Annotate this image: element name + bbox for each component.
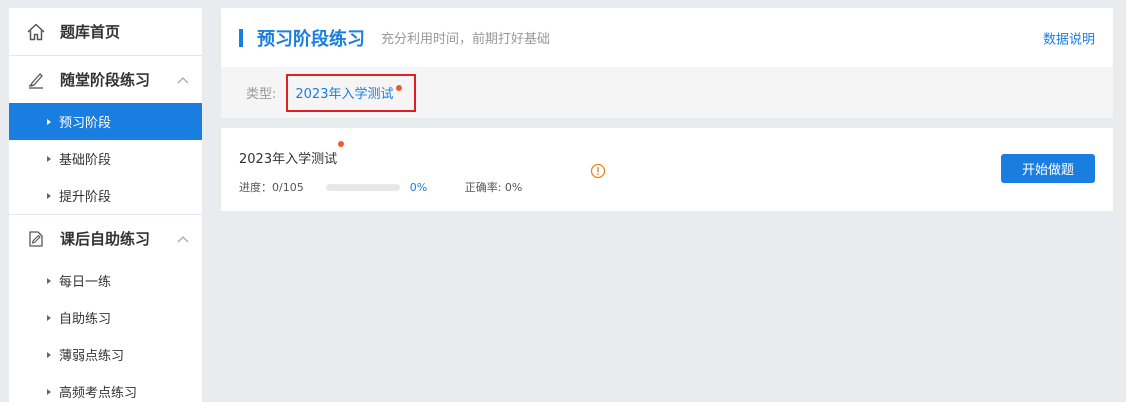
exercise-card: 2023年入学测试 进度：0/105 0% 正确率: 0% 开始做题: [221, 128, 1113, 211]
progress-label: 进度：0/105: [239, 181, 304, 194]
sidebar-item-high-frequency[interactable]: 高频考点练习: [9, 373, 202, 402]
sidebar-home-label: 题库首页: [60, 23, 121, 41]
sidebar-item-label: 每日一练: [59, 275, 112, 290]
type-filter-label: 类型:: [246, 87, 277, 102]
sidebar-item-daily[interactable]: 每日一练: [9, 262, 202, 299]
start-practice-button[interactable]: 开始做题: [1001, 154, 1095, 183]
type-filter-option[interactable]: 2023年入学测试: [286, 73, 417, 112]
caret-right-icon: [47, 118, 51, 125]
document-edit-icon: [26, 229, 46, 249]
chevron-up-icon[interactable]: [176, 234, 190, 244]
type-filter-option-label: 2023年入学测试: [295, 87, 394, 102]
sidebar-item-label: 高频考点练习: [59, 386, 138, 401]
exercise-title-text: 2023年入学测试: [239, 152, 338, 167]
new-dot-indicator: [396, 84, 403, 91]
caret-right-icon: [47, 388, 51, 395]
title-accent-bar: [239, 28, 243, 47]
sidebar-item-label: 薄弱点练习: [59, 349, 125, 364]
sidebar-item-weak-points[interactable]: 薄弱点练习: [9, 336, 202, 373]
page-title: 预习阶段练习: [257, 28, 365, 50]
sidebar-item-label: 自助练习: [59, 312, 112, 327]
sidebar-item-basic[interactable]: 基础阶段: [9, 140, 202, 177]
sidebar: 题库首页 随堂阶段练习 预习阶段 基础阶段 提升阶段 课后自助练习 每日一练 自…: [9, 8, 202, 402]
info-icon[interactable]: [590, 163, 606, 179]
progress-percent: 0%: [409, 180, 428, 194]
caret-right-icon: [47, 351, 51, 358]
chevron-up-icon[interactable]: [176, 75, 190, 85]
sidebar-home[interactable]: 题库首页: [9, 8, 202, 55]
exercise-stats: 进度：0/105 0% 正确率: 0%: [239, 179, 522, 195]
pen-edit-icon: [26, 70, 46, 90]
title-row: 预习阶段练习 充分利用时间，前期打好基础 数据说明: [221, 8, 1113, 67]
accuracy-label: 正确率: 0%: [464, 181, 523, 194]
new-dot-indicator: [338, 141, 345, 147]
caret-right-icon: [47, 314, 51, 321]
sidebar-item-preview[interactable]: 预习阶段: [9, 103, 202, 140]
type-filter-bar: 类型: 2023年入学测试: [221, 67, 1113, 118]
sidebar-group-label: 课后自助练习: [60, 230, 151, 248]
data-description-link[interactable]: 数据说明: [1043, 28, 1095, 47]
sidebar-group-after-class[interactable]: 课后自助练习: [9, 215, 202, 262]
sidebar-item-label: 预习阶段: [59, 116, 112, 131]
home-icon: [26, 22, 46, 42]
sidebar-item-label: 提升阶段: [59, 190, 112, 205]
exercise-title: 2023年入学测试: [239, 141, 345, 167]
progress-bar: [325, 183, 400, 191]
page-subtitle: 充分利用时间，前期打好基础: [381, 32, 551, 47]
sidebar-group-classroom[interactable]: 随堂阶段练习: [9, 56, 202, 103]
caret-right-icon: [47, 155, 51, 162]
sidebar-item-self-practice[interactable]: 自助练习: [9, 299, 202, 336]
header-card: 预习阶段练习 充分利用时间，前期打好基础 数据说明 类型: 2023年入学测试: [221, 8, 1113, 118]
caret-right-icon: [47, 277, 51, 284]
sidebar-item-advanced[interactable]: 提升阶段: [9, 177, 202, 214]
sidebar-item-label: 基础阶段: [59, 153, 112, 168]
caret-right-icon: [47, 192, 51, 199]
sidebar-group-label: 随堂阶段练习: [60, 71, 151, 89]
